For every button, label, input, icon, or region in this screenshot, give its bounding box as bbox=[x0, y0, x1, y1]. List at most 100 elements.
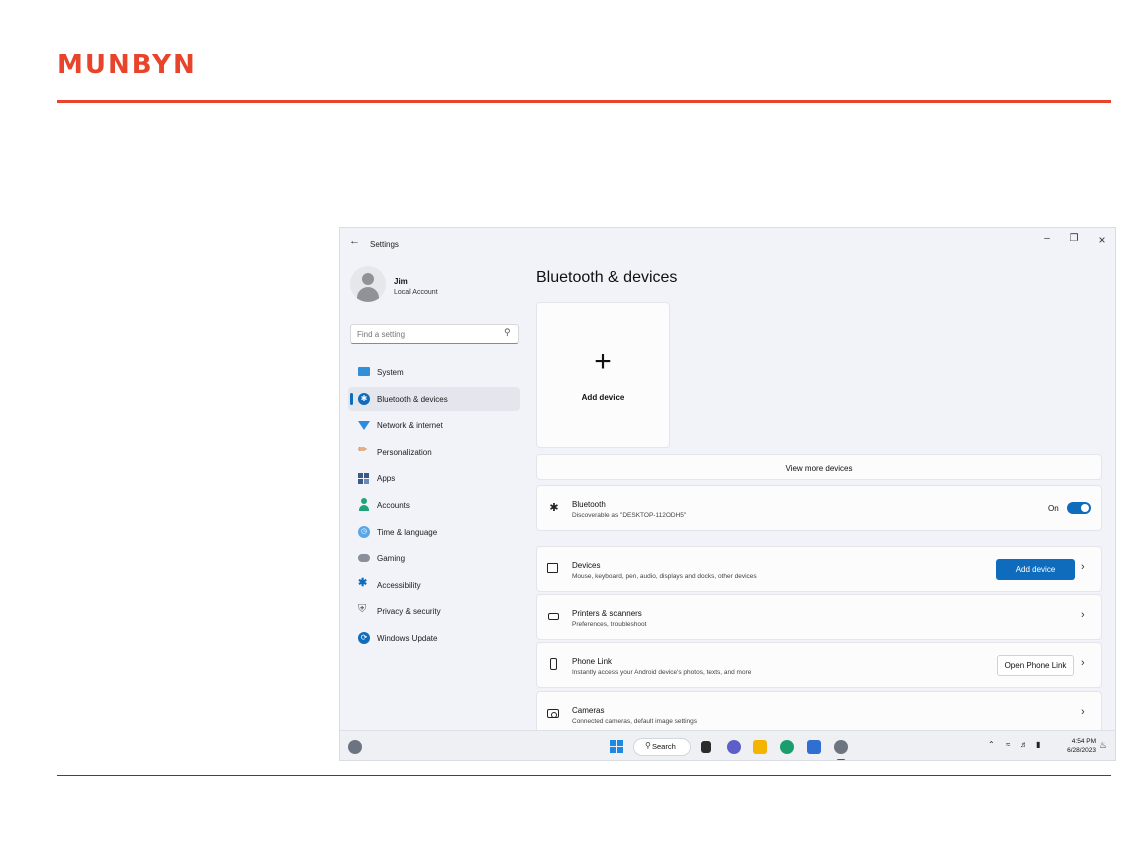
bluetooth-row: ✱ Bluetooth Discoverable as "DESKTOP-112… bbox=[536, 485, 1102, 531]
settings-window: ← Settings – ❐ × Jim Local Account ⚲ Sys… bbox=[339, 227, 1116, 761]
view-more-devices-button[interactable]: View more devices bbox=[536, 454, 1102, 480]
devices-subtitle: Mouse, keyboard, pen, audio, displays an… bbox=[572, 573, 757, 580]
sidebar-item-label: Personalization bbox=[377, 447, 432, 457]
printers-scanners-row[interactable]: Printers & scanners Preferences, trouble… bbox=[536, 594, 1102, 640]
sidebar-item-accessibility[interactable]: ✱ Accessibility bbox=[348, 573, 520, 597]
weather-icon[interactable] bbox=[348, 740, 362, 754]
phone-link-row[interactable]: Phone Link Instantly access your Android… bbox=[536, 642, 1102, 688]
file-explorer-icon[interactable] bbox=[701, 741, 711, 753]
header-divider bbox=[57, 100, 1111, 103]
munbyn-logo: MUNBYN bbox=[57, 50, 197, 80]
gamepad-icon bbox=[358, 554, 370, 563]
bluetooth-toggle-label: On bbox=[1048, 504, 1059, 513]
sidebar-item-gaming[interactable]: Gaming bbox=[348, 546, 520, 570]
sidebar-item-label: Accessibility bbox=[377, 580, 421, 590]
battery-icon[interactable]: ▮ bbox=[1036, 741, 1040, 749]
minimize-icon[interactable]: – bbox=[1037, 234, 1057, 244]
chevron-right-icon: › bbox=[1081, 706, 1085, 718]
sidebar-item-privacy-security[interactable]: ⛨ Privacy & security bbox=[348, 599, 520, 623]
store-icon[interactable] bbox=[807, 740, 821, 754]
add-device-tile[interactable]: + Add device bbox=[536, 302, 670, 448]
network-icon bbox=[358, 421, 370, 431]
sidebar-item-accounts[interactable]: Accounts bbox=[348, 493, 520, 517]
plus-icon: + bbox=[594, 345, 612, 378]
sidebar-item-label: Windows Update bbox=[377, 633, 438, 643]
printers-title: Printers & scanners bbox=[572, 609, 642, 618]
sidebar-item-personalization[interactable]: ✏ Personalization bbox=[348, 440, 520, 464]
sidebar-item-time-language[interactable]: ◷ Time & language bbox=[348, 520, 520, 544]
notification-bell-icon[interactable]: ♨ bbox=[1099, 741, 1107, 750]
apps-icon bbox=[358, 472, 370, 485]
sidebar-item-label: Bluetooth & devices bbox=[377, 394, 448, 404]
active-app-indicator bbox=[837, 759, 845, 760]
search-icon: ⚲ bbox=[645, 741, 651, 750]
update-icon: ⟳ bbox=[358, 631, 370, 644]
devices-row[interactable]: Devices Mouse, keyboard, pen, audio, dis… bbox=[536, 546, 1102, 592]
profile-account-type: Local Account bbox=[394, 289, 438, 296]
wifi-icon[interactable]: ≈ bbox=[1006, 741, 1010, 749]
chevron-right-icon: › bbox=[1081, 657, 1085, 669]
brush-icon: ✏ bbox=[358, 443, 368, 456]
cameras-title: Cameras bbox=[572, 706, 605, 715]
windows-start-icon[interactable] bbox=[610, 740, 624, 754]
cameras-subtitle: Connected cameras, default image setting… bbox=[572, 718, 698, 725]
clock-time[interactable]: 4:54 PM bbox=[1054, 738, 1096, 745]
folder-icon[interactable] bbox=[753, 740, 767, 754]
shield-icon: ⛨ bbox=[358, 603, 367, 616]
bluetooth-icon: ✱ bbox=[549, 502, 559, 514]
add-device-button[interactable]: Add device bbox=[996, 559, 1075, 580]
phone-link-subtitle: Instantly access your Android device's p… bbox=[572, 669, 752, 676]
phone-icon bbox=[547, 658, 561, 672]
back-arrow-icon[interactable]: ← bbox=[349, 236, 360, 247]
chevron-right-icon: › bbox=[1081, 609, 1085, 621]
footer-divider bbox=[57, 775, 1111, 776]
sidebar-item-label: Apps bbox=[377, 474, 396, 484]
accessibility-icon: ✱ bbox=[358, 576, 368, 589]
maximize-icon[interactable]: ❐ bbox=[1064, 234, 1084, 244]
sidebar-item-label: System bbox=[377, 368, 404, 377]
taskbar-search-button[interactable]: Search bbox=[633, 738, 691, 756]
bluetooth-title: Bluetooth bbox=[572, 500, 606, 509]
avatar bbox=[350, 266, 386, 302]
sidebar-item-system[interactable]: System bbox=[348, 360, 520, 384]
sidebar-item-apps[interactable]: Apps bbox=[348, 466, 520, 490]
devices-title: Devices bbox=[572, 561, 601, 570]
sidebar-item-label: Accounts bbox=[377, 500, 410, 510]
profile-name: Jim bbox=[394, 277, 408, 286]
devices-icon bbox=[547, 562, 561, 576]
view-more-devices-label: View more devices bbox=[785, 464, 853, 473]
sidebar-item-label: Time & language bbox=[377, 527, 438, 537]
taskbar: Search ⚲ ⌃ ≈ ♬ ▮ 4:54 PM 6/28/2023 ♨ bbox=[340, 730, 1115, 760]
sidebar-item-label: Network & internet bbox=[377, 421, 443, 431]
title-bar: ← Settings – ❐ × bbox=[340, 228, 1115, 258]
bluetooth-toggle[interactable] bbox=[1067, 502, 1091, 514]
phone-link-title: Phone Link bbox=[572, 657, 613, 666]
teams-icon[interactable] bbox=[727, 740, 741, 754]
camera-icon bbox=[547, 707, 561, 721]
add-device-label: Add device bbox=[581, 393, 625, 402]
search-input[interactable] bbox=[350, 324, 519, 344]
chevron-up-icon[interactable]: ⌃ bbox=[988, 741, 995, 749]
printer-icon bbox=[547, 610, 561, 624]
person-icon bbox=[358, 497, 370, 511]
window-title: Settings bbox=[370, 240, 399, 249]
edge-icon[interactable] bbox=[780, 740, 794, 754]
sidebar-item-network-internet[interactable]: Network & internet bbox=[348, 413, 520, 437]
open-phone-link-button[interactable]: Open Phone Link bbox=[997, 655, 1074, 676]
system-icon bbox=[358, 367, 370, 376]
volume-icon[interactable]: ♬ bbox=[1020, 741, 1028, 749]
chevron-right-icon: › bbox=[1081, 561, 1085, 573]
clock-date[interactable]: 6/28/2023 bbox=[1046, 747, 1096, 754]
sidebar-item-label: Gaming bbox=[377, 554, 406, 564]
sidebar-item-label: Privacy & security bbox=[377, 607, 441, 617]
user-profile[interactable]: Jim Local Account bbox=[350, 266, 520, 306]
sidebar-item-bluetooth-devices[interactable]: ✱ Bluetooth & devices bbox=[348, 386, 520, 411]
bluetooth-subtitle: Discoverable as "DESKTOP-112ODH5" bbox=[572, 512, 687, 519]
search-icon[interactable]: ⚲ bbox=[504, 328, 511, 337]
globe-icon: ◷ bbox=[358, 525, 370, 538]
settings-icon[interactable] bbox=[834, 740, 848, 754]
sidebar-item-windows-update[interactable]: ⟳ Windows Update bbox=[348, 626, 520, 650]
sidebar-nav: System ✱ Bluetooth & devices Network & i… bbox=[348, 360, 520, 653]
printers-subtitle: Preferences, troubleshoot bbox=[572, 621, 647, 628]
close-icon[interactable]: × bbox=[1092, 234, 1112, 246]
